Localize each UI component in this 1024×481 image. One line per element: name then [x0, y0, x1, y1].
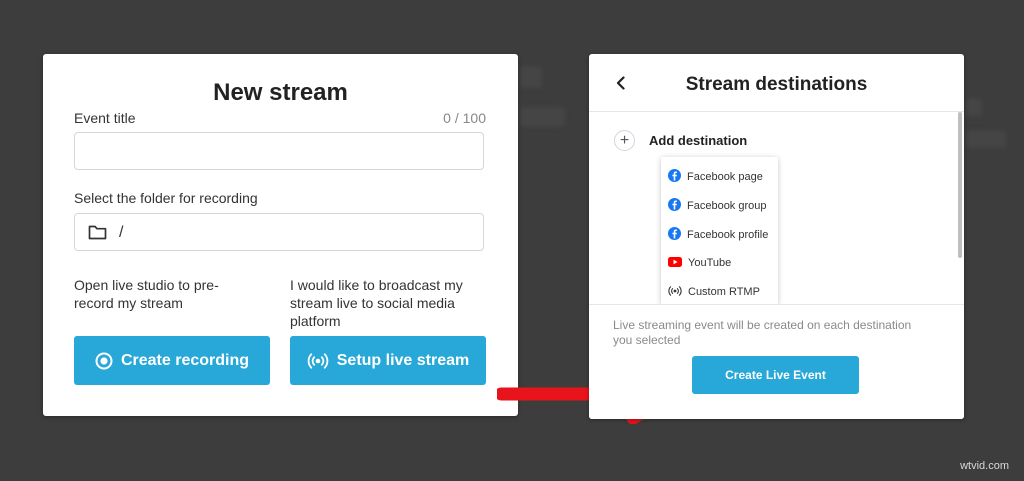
- facebook-icon: [668, 227, 681, 243]
- broadcast-icon: [307, 352, 329, 369]
- record-description: Open live studio to pre-record my stream: [74, 277, 219, 311]
- create-live-event-button[interactable]: Create Live Event: [692, 356, 859, 394]
- blurred-background-text: [520, 107, 565, 127]
- broadcast-icon: [668, 285, 682, 299]
- character-counter: 0 / 100: [443, 110, 486, 126]
- option-label: Facebook group: [687, 200, 767, 212]
- folder-path: /: [119, 224, 124, 241]
- youtube-icon: [668, 256, 682, 270]
- info-note: Live streaming event will be created on …: [613, 318, 912, 347]
- watermark: wtvid.com: [960, 460, 1009, 472]
- option-facebook-page[interactable]: Facebook page: [668, 167, 763, 187]
- option-facebook-group[interactable]: Facebook group: [668, 196, 767, 216]
- scrollbar[interactable]: [958, 112, 962, 258]
- stream-destinations-dialog: Stream destinations + Add destination Fa…: [589, 54, 964, 419]
- dialog-title: New stream: [213, 79, 348, 106]
- event-title-label: Event title: [74, 110, 136, 126]
- option-custom-rtmp[interactable]: Custom RTMP: [668, 282, 760, 302]
- folder-label: Select the folder for recording: [74, 190, 258, 206]
- option-label: Facebook profile: [687, 229, 769, 241]
- destination-dropdown: Facebook page Facebook group Facebook pr…: [661, 157, 778, 305]
- dialog-title: Stream destinations: [685, 74, 868, 95]
- option-youtube[interactable]: YouTube: [668, 253, 731, 273]
- setup-live-stream-button[interactable]: Setup live stream: [290, 336, 486, 385]
- broadcast-description: I would like to broadcast my stream live…: [290, 277, 463, 329]
- option-facebook-profile[interactable]: Facebook profile: [668, 225, 768, 245]
- create-recording-button[interactable]: Create recording: [74, 336, 270, 385]
- create-recording-label: Create recording: [120, 351, 250, 369]
- dialog-footer: Live streaming event will be created on …: [589, 304, 964, 419]
- blurred-background-text: [966, 130, 1006, 148]
- option-label: Custom RTMP: [688, 286, 760, 298]
- folder-selector[interactable]: /: [74, 213, 484, 251]
- add-icon[interactable]: +: [614, 130, 635, 151]
- facebook-icon: [668, 198, 681, 214]
- facebook-icon: [668, 169, 681, 185]
- blurred-background-text: [520, 66, 542, 88]
- dialog-header: Stream destinations: [589, 54, 964, 112]
- new-stream-dialog: New stream Event title 0 / 100 Select th…: [43, 54, 518, 416]
- setup-live-stream-label: Setup live stream: [336, 351, 470, 369]
- folder-icon: [88, 224, 107, 245]
- event-title-input[interactable]: [74, 132, 484, 170]
- option-label: YouTube: [688, 257, 732, 269]
- add-destination-button[interactable]: Add destination: [649, 133, 747, 148]
- blurred-background-text: [966, 98, 982, 116]
- option-label: Facebook page: [687, 171, 763, 183]
- record-icon: [95, 352, 113, 370]
